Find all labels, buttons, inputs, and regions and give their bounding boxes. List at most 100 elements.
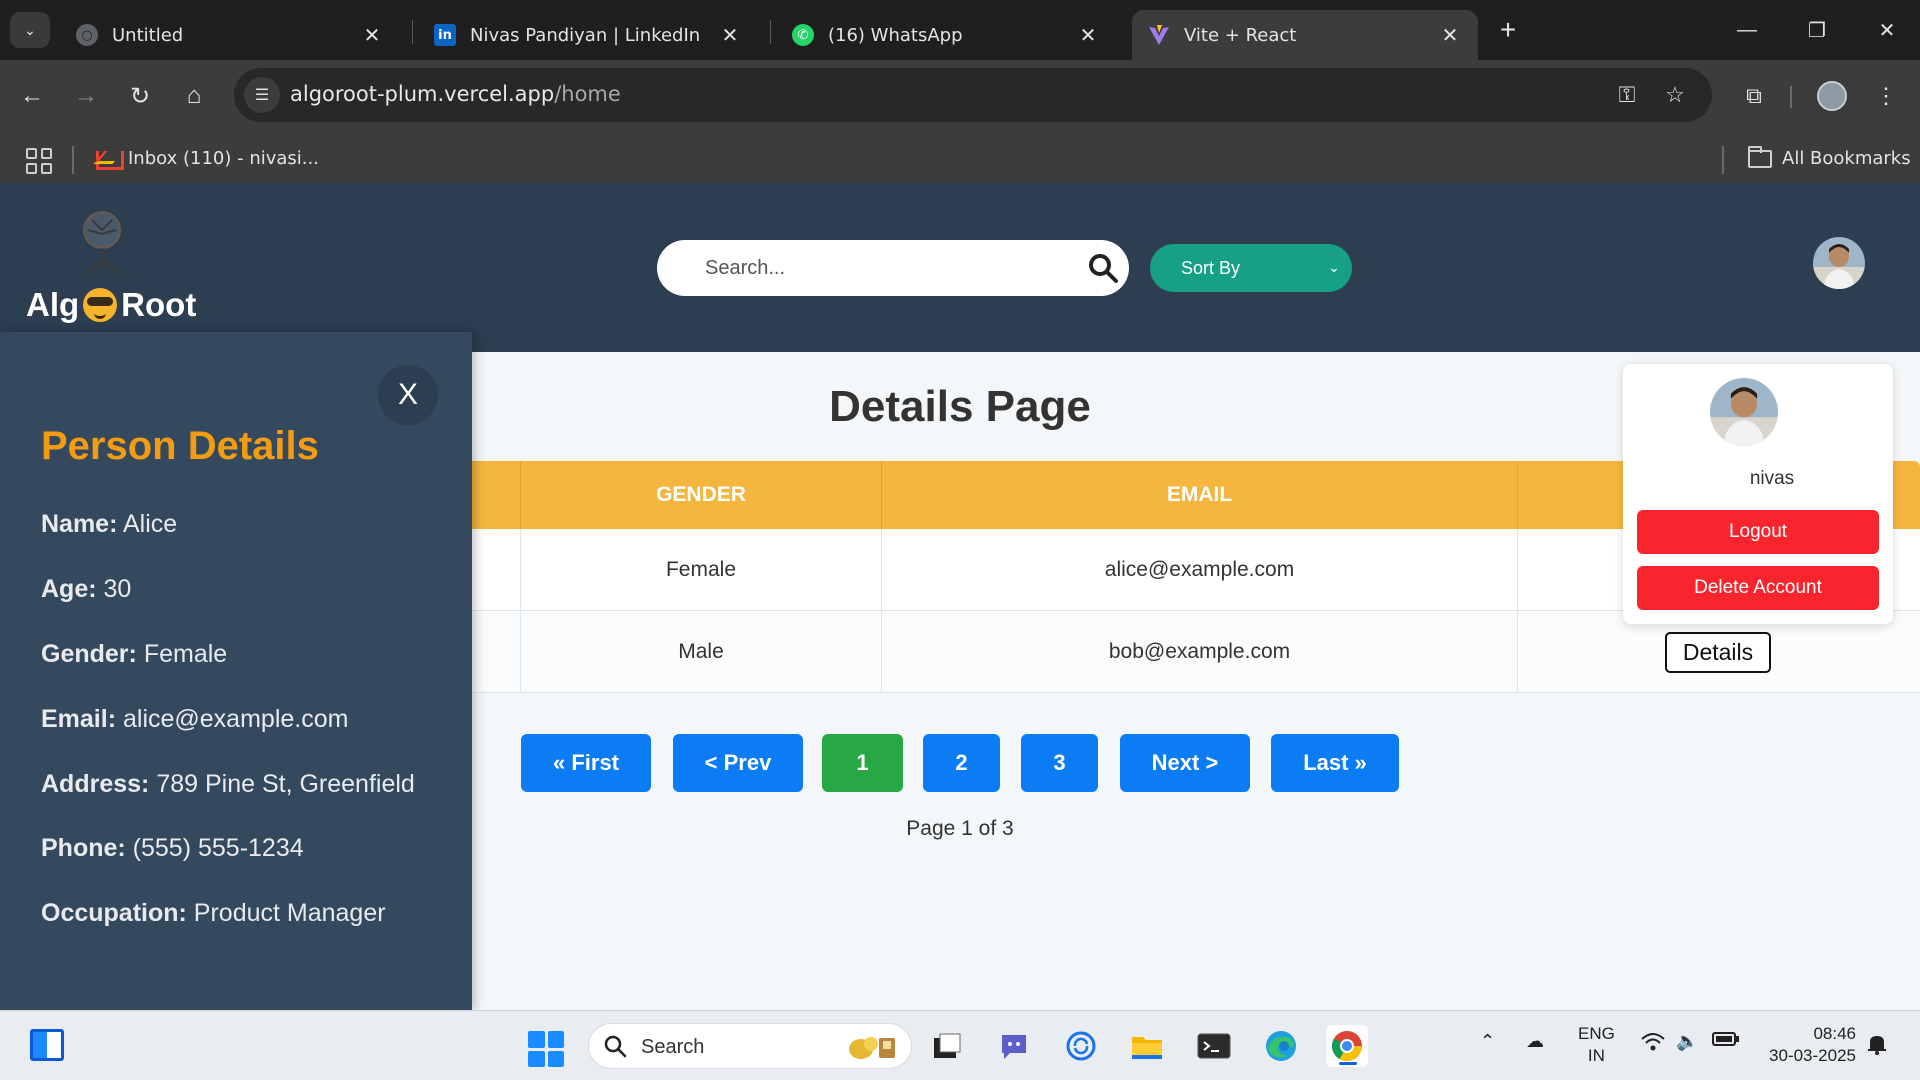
widgets-icon[interactable] bbox=[30, 1029, 64, 1061]
column-divider bbox=[1517, 529, 1518, 611]
wifi-icon[interactable] bbox=[1640, 1031, 1666, 1058]
close-window-button[interactable]: ✕ bbox=[1852, 0, 1920, 60]
tab-title: (16) WhatsApp bbox=[828, 24, 963, 46]
volume-icon[interactable]: 🔈 bbox=[1676, 1031, 1698, 1052]
logo-text-left: Alg bbox=[26, 286, 80, 323]
profile-icon[interactable] bbox=[1812, 76, 1852, 116]
delete-account-button[interactable]: Delete Account bbox=[1637, 566, 1879, 610]
address-bar[interactable]: ☰ algoroot-plum.vercel.app/home ⚿ ☆ bbox=[234, 68, 1712, 122]
field-value: 30 bbox=[103, 575, 132, 603]
chrome-browser-icon[interactable] bbox=[1326, 1025, 1368, 1067]
forward-arrow-icon[interactable]: → bbox=[66, 76, 106, 116]
bookmark-label: Inbox (110) - nivasi... bbox=[128, 148, 319, 169]
close-icon[interactable]: ✕ bbox=[1076, 23, 1100, 47]
bookmark-divider bbox=[1722, 146, 1724, 174]
notification-bell-icon[interactable] bbox=[1866, 1033, 1888, 1060]
avatar-photo bbox=[1710, 378, 1778, 446]
url-text[interactable]: algoroot-plum.vercel.app/home bbox=[290, 82, 621, 106]
page-3-button[interactable]: 3 bbox=[1021, 734, 1098, 792]
star-icon[interactable]: ☆ bbox=[1660, 80, 1690, 110]
edge-browser-icon[interactable] bbox=[1260, 1025, 1302, 1067]
details-button[interactable]: Details bbox=[1664, 631, 1772, 673]
tab-search-button[interactable]: ⌄ bbox=[10, 12, 50, 48]
field-gender: Gender: Female bbox=[41, 640, 227, 669]
home-icon[interactable]: ⌂ bbox=[174, 76, 214, 116]
minimize-button[interactable]: — bbox=[1712, 0, 1782, 60]
bookmark-gmail[interactable]: Inbox (110) - nivasi... bbox=[96, 148, 319, 170]
new-tab-button[interactable]: + bbox=[1490, 12, 1526, 48]
restore-button[interactable]: ❐ bbox=[1782, 0, 1852, 60]
url-path: /home bbox=[554, 82, 621, 106]
site-settings-icon[interactable]: ☰ bbox=[244, 77, 280, 113]
search-icon[interactable] bbox=[1087, 252, 1119, 284]
user-avatar[interactable] bbox=[1813, 237, 1865, 289]
extensions-icon[interactable]: ⧉ bbox=[1734, 76, 1774, 116]
profile-menu: nivas Logout Delete Account bbox=[1623, 364, 1893, 624]
prev-page-button[interactable]: < Prev bbox=[673, 734, 803, 792]
field-label: Occupation: bbox=[41, 899, 187, 927]
url-host: algoroot-plum.vercel.app bbox=[290, 82, 555, 106]
apps-grid-icon[interactable] bbox=[26, 148, 52, 174]
close-panel-button[interactable]: X bbox=[378, 365, 438, 425]
reload-icon[interactable]: ↻ bbox=[120, 76, 160, 116]
key-icon[interactable]: ⚿ bbox=[1612, 80, 1642, 110]
language-indicator[interactable]: ENG IN bbox=[1578, 1023, 1615, 1067]
chevron-up-icon[interactable]: ⌃ bbox=[1480, 1031, 1495, 1052]
task-view-icon[interactable] bbox=[926, 1025, 968, 1067]
first-page-button[interactable]: « First bbox=[521, 734, 651, 792]
search-input[interactable] bbox=[705, 250, 1065, 286]
page-1-button[interactable]: 1 bbox=[822, 734, 903, 792]
field-value: alice@example.com bbox=[122, 705, 349, 733]
whatsapp-icon: ✆ bbox=[792, 24, 814, 46]
taskbar-search-label: Search bbox=[641, 1036, 705, 1058]
onedrive-cloud-icon[interactable]: ☁ bbox=[1526, 1031, 1544, 1052]
vite-icon bbox=[1148, 24, 1170, 46]
battery-icon[interactable] bbox=[1712, 1031, 1740, 1052]
profile-username: nivas bbox=[1749, 468, 1795, 489]
close-icon[interactable]: ✕ bbox=[718, 23, 742, 47]
search-bar bbox=[657, 240, 1129, 296]
field-label: Address: bbox=[41, 770, 150, 798]
tab-linkedin[interactable]: in Nivas Pandiyan | LinkedIn ✕ bbox=[418, 10, 758, 60]
file-explorer-icon[interactable] bbox=[1126, 1025, 1168, 1067]
globe-icon: ○ bbox=[76, 24, 98, 46]
app-header: Alg Root Sort By ⌄ bbox=[0, 182, 1920, 352]
teams-chat-icon[interactable] bbox=[993, 1025, 1035, 1067]
language-code: ENG bbox=[1578, 1024, 1615, 1043]
app-logo[interactable]: Alg Root bbox=[26, 286, 196, 324]
back-arrow-icon[interactable]: ← bbox=[12, 76, 52, 116]
logout-button[interactable]: Logout bbox=[1637, 510, 1879, 554]
tab-divider bbox=[412, 20, 413, 44]
field-label: Email: bbox=[41, 705, 117, 733]
linkedin-icon: in bbox=[434, 24, 456, 46]
region-code: IN bbox=[1587, 1046, 1605, 1065]
taskbar-search[interactable]: Search bbox=[588, 1023, 912, 1069]
field-value: Alice bbox=[123, 510, 178, 538]
more-menu-icon[interactable]: ⋮ bbox=[1866, 76, 1906, 116]
column-divider bbox=[1517, 461, 1518, 529]
windows-start-icon[interactable] bbox=[528, 1031, 564, 1067]
next-page-button[interactable]: Next > bbox=[1120, 734, 1250, 792]
field-label: Name: bbox=[41, 510, 118, 538]
sort-by-dropdown[interactable]: Sort By ⌄ bbox=[1150, 244, 1352, 292]
logo-text-right: Root bbox=[121, 286, 197, 323]
close-icon[interactable]: ✕ bbox=[360, 23, 384, 47]
close-icon[interactable]: ✕ bbox=[1438, 23, 1462, 47]
windows-taskbar: Search ⌃ ☁ ENG IN 🔈 08:46 30-03-2025 bbox=[0, 1010, 1920, 1080]
all-bookmarks-button[interactable]: All Bookmarks bbox=[1748, 145, 1911, 169]
tab-whatsapp[interactable]: ✆ (16) WhatsApp ✕ bbox=[776, 10, 1116, 60]
cell-email: bob@example.com bbox=[1108, 640, 1291, 663]
field-value: (555) 555-1234 bbox=[132, 834, 304, 862]
last-page-button[interactable]: Last » bbox=[1271, 734, 1399, 792]
field-label: Gender: bbox=[41, 640, 137, 668]
page-2-button[interactable]: 2 bbox=[923, 734, 1000, 792]
tab-vite-react[interactable]: Vite + React ✕ bbox=[1132, 10, 1478, 60]
system-clock[interactable]: 08:46 30-03-2025 bbox=[1756, 1023, 1856, 1067]
sync-app-icon[interactable] bbox=[1060, 1025, 1102, 1067]
profile-avatar bbox=[1710, 378, 1778, 446]
field-value: Product Manager bbox=[193, 899, 386, 927]
clock-date: 30-03-2025 bbox=[1769, 1046, 1856, 1065]
terminal-icon[interactable] bbox=[1193, 1025, 1235, 1067]
tab-untitled[interactable]: ○ Untitled ✕ bbox=[60, 10, 400, 60]
field-email: Email: alice@example.com bbox=[41, 705, 348, 734]
